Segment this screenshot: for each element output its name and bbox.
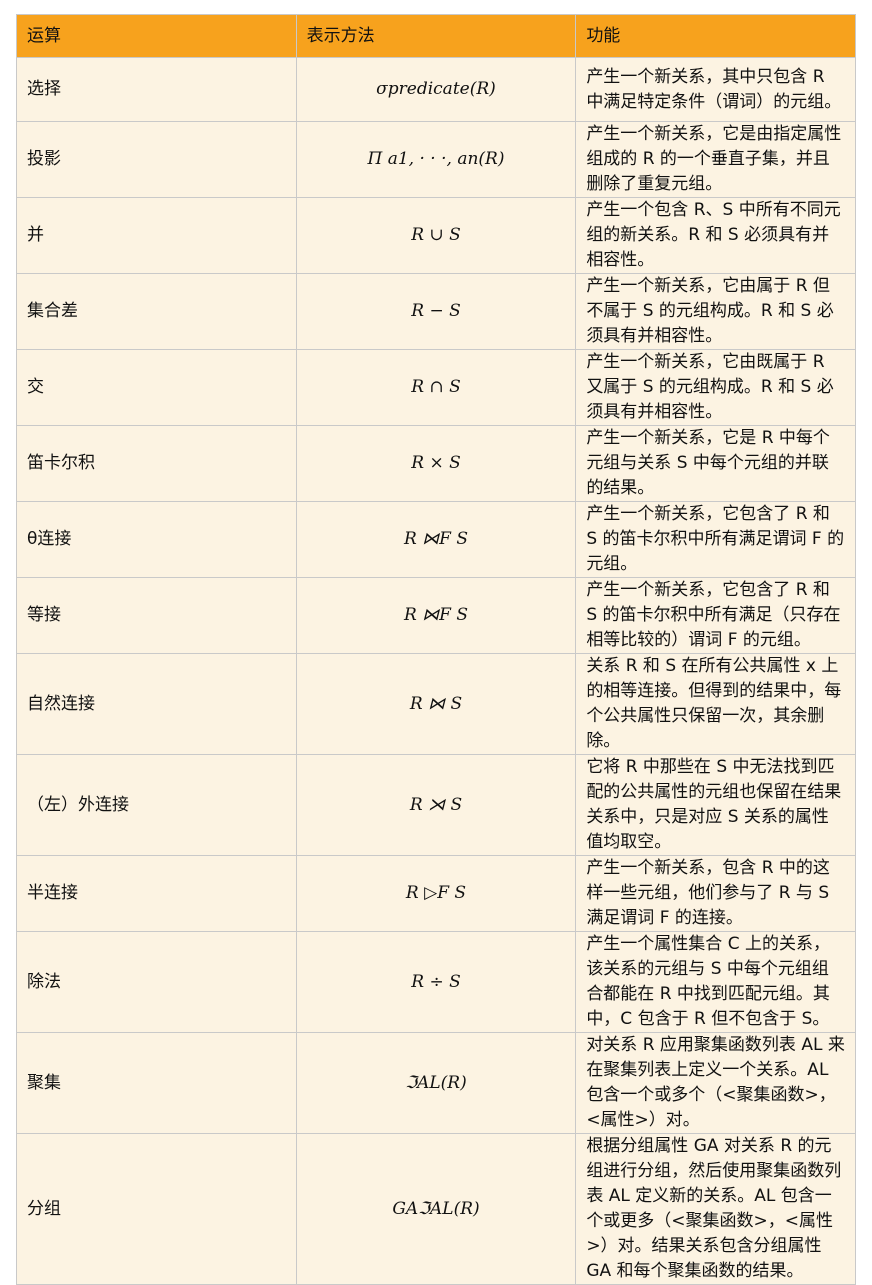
op-notation: R ⋈F S <box>295 577 577 654</box>
op-name: 交 <box>16 349 297 426</box>
table-row: 选择 σpredicate(R) 产生一个新关系，其中只包含 R 中满足特定条件（谓… <box>16 57 856 122</box>
op-notation: R − S <box>295 273 577 350</box>
header-function: 功能 <box>575 14 856 58</box>
op-description: 产生一个新关系，它由既属于 R 又属于 S 的元组构成。R 和 S 必须具有并相… <box>575 349 856 426</box>
table-row: 并R ∪ S 产生一个包含 R、S 中所有不同元组的新关系。R 和 S 必须具有并… <box>16 197 856 274</box>
op-notation: R ⋈ S <box>295 653 577 755</box>
table-row: 自然连接 R ⋈ S 关系 R 和 S 在所有公共属性 x 上的相等连接。但得到的结… <box>16 653 856 755</box>
op-name: 聚集 <box>16 1032 297 1134</box>
header-op: 运算 <box>16 14 297 58</box>
table-row: 交R ∩ S 产生一个新关系，它由既属于 R 又属于 S 的元组构成。R 和 S … <box>16 349 856 426</box>
table-row: （左）外连接 R ⋊ S 它将 R 中那些在 S 中无法找到匹配的公共属性的元组也保… <box>16 754 856 856</box>
op-description: 产生一个包含 R、S 中所有不同元组的新关系。R 和 S 必须具有并相容性。 <box>575 197 856 274</box>
table-row: θ连接 R ⋈F S 产生一个新关系，它包含了 R 和 S 的笛卡尔积中所有满足谓词… <box>16 501 856 578</box>
op-notation: R ⋈F S <box>295 501 577 578</box>
op-notation: R ∪ S <box>295 197 577 274</box>
op-name: （左）外连接 <box>16 754 297 856</box>
table-row: 分组 GAℑAL(R) 根据分组属性 GA 对关系 R 的元组进行分组，然后使用聚集… <box>16 1133 856 1285</box>
table-header-row: 运算 表示方法 功能 <box>16 14 856 58</box>
op-description: 产生一个新关系，它包含了 R 和 S 的笛卡尔积中所有满足谓词 F 的元组。 <box>575 501 856 578</box>
relational-algebra-table: 运算 表示方法 功能 选择 σpredicate(R) 产生一个新关系，其中只包含 … <box>16 14 856 1285</box>
table-row: 半连接 R ▷F S 产生一个新关系，包含 R 中的这样一些元组，他们参与了 R 与… <box>16 855 856 932</box>
op-notation: σpredicate(R) <box>295 57 577 122</box>
op-name: 半连接 <box>16 855 297 932</box>
op-name: 笛卡尔积 <box>16 425 297 502</box>
op-description: 关系 R 和 S 在所有公共属性 x 上的相等连接。但得到的结果中，每个公共属性… <box>575 653 856 755</box>
op-description: 产生一个新关系，它是 R 中每个元组与关系 S 中每个元组的并联的结果。 <box>575 425 856 502</box>
op-notation: R ∩ S <box>295 349 577 426</box>
op-description: 产生一个新关系，包含 R 中的这样一些元组，他们参与了 R 与 S 满足谓词 F… <box>575 855 856 932</box>
op-description: 产生一个新关系，它是由指定属性组成的 R 的一个垂直子集，并且删除了重复元组。 <box>575 121 856 198</box>
op-description: 产生一个新关系，其中只包含 R 中满足特定条件（谓词）的元组。 <box>575 57 856 122</box>
op-description: 根据分组属性 GA 对关系 R 的元组进行分组，然后使用聚集函数列表 AL 定义… <box>575 1133 856 1285</box>
header-notation: 表示方法 <box>295 14 577 58</box>
op-notation: ℑAL(R) <box>295 1032 577 1134</box>
op-description: 它将 R 中那些在 S 中无法找到匹配的公共属性的元组也保留在结果关系中，只是对… <box>575 754 856 856</box>
op-description: 对关系 R 应用聚集函数列表 AL 来在聚集列表上定义一个关系。AL 包含一个或… <box>575 1032 856 1134</box>
op-name: 选择 <box>16 57 297 122</box>
table-row: 投影 Π a1, · · ·, an(R) 产生一个新关系，它是由指定属性组成的 R… <box>16 121 856 198</box>
op-notation: R ▷F S <box>295 855 577 932</box>
op-description: 产生一个新关系，它由属于 R 但不属于 S 的元组构成。R 和 S 必须具有并相… <box>575 273 856 350</box>
table-row: 除法 R ÷ S 产生一个属性集合 C 上的关系，该关系的元组与 S 中每个元组组合… <box>16 931 856 1033</box>
op-name: 分组 <box>16 1133 297 1285</box>
op-description: 产生一个属性集合 C 上的关系，该关系的元组与 S 中每个元组组合都能在 R 中… <box>575 931 856 1033</box>
op-name: 自然连接 <box>16 653 297 755</box>
op-description: 产生一个新关系，它包含了 R 和 S 的笛卡尔积中所有满足（只存在相等比较的）谓… <box>575 577 856 654</box>
op-notation: R ⋊ S <box>295 754 577 856</box>
op-name: θ连接 <box>16 501 297 578</box>
op-notation: Π a1, · · ·, an(R) <box>295 121 577 198</box>
op-notation: R ÷ S <box>295 931 577 1033</box>
op-name: 等接 <box>16 577 297 654</box>
op-name: 集合差 <box>16 273 297 350</box>
op-name: 投影 <box>16 121 297 198</box>
table-row: 聚集 ℑAL(R) 对关系 R 应用聚集函数列表 AL 来在聚集列表上定义一个关系。… <box>16 1032 856 1134</box>
op-notation: R × S <box>295 425 577 502</box>
table-row: 笛卡尔积 R × S 产生一个新关系，它是 R 中每个元组与关系 S 中每个元组的并… <box>16 425 856 502</box>
table-row: 等接 R ⋈F S 产生一个新关系，它包含了 R 和 S 的笛卡尔积中所有满足（只存… <box>16 577 856 654</box>
op-notation: GAℑAL(R) <box>295 1133 577 1285</box>
op-name: 除法 <box>16 931 297 1033</box>
table-row: 集合差 R − S 产生一个新关系，它由属于 R 但不属于 S 的元组构成。R 和 … <box>16 273 856 350</box>
op-name: 并 <box>16 197 297 274</box>
